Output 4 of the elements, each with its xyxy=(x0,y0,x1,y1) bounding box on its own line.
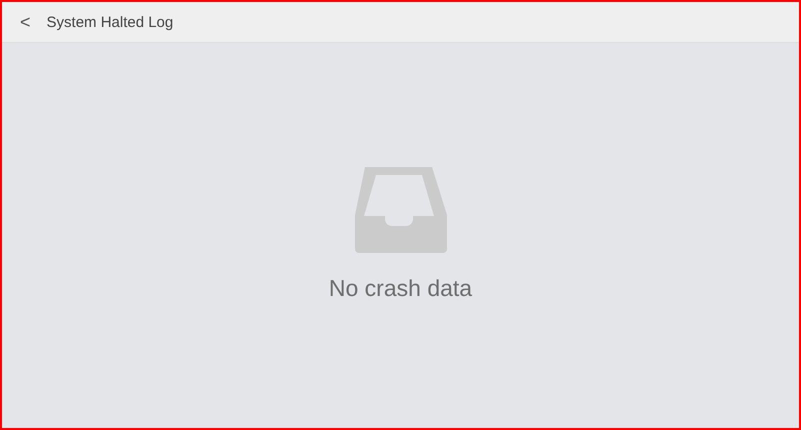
inbox-icon xyxy=(354,167,446,253)
back-button[interactable]: < xyxy=(16,13,35,31)
page-title: System Halted Log xyxy=(46,14,174,30)
empty-message: No crash data xyxy=(328,275,472,302)
